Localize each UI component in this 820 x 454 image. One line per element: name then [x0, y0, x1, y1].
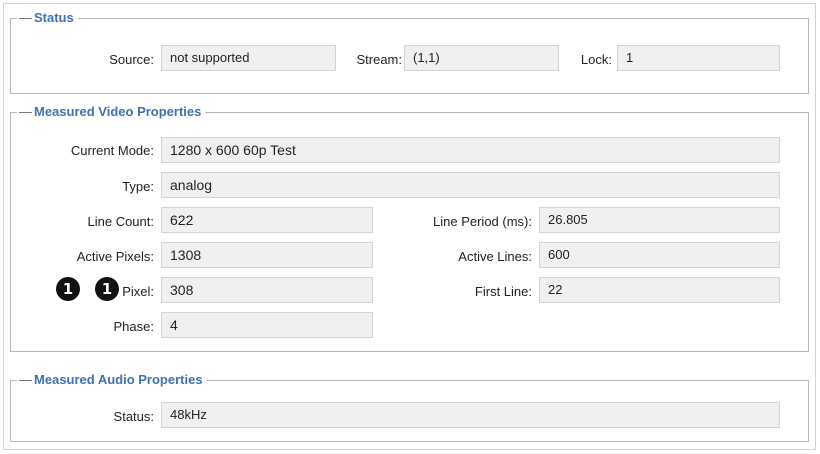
audio-group: — Measured Audio Properties Status: 48kHz [10, 372, 809, 442]
first-line-label: First Line: [474, 284, 532, 299]
source-field: not supported [161, 45, 336, 71]
stream-label: Stream: [356, 52, 402, 67]
audio-status-label: Status: [113, 409, 154, 424]
audio-legend: — Measured Audio Properties [17, 372, 207, 388]
line-count-label: Line Count: [87, 214, 155, 229]
stream-field: (1,1) [404, 45, 559, 71]
status-group: — Status Source: not supported Stream: (1… [10, 10, 809, 94]
source-label: Source: [109, 52, 154, 67]
phase-field: 4 [161, 312, 373, 338]
video-legend: — Measured Video Properties [17, 104, 206, 120]
first-pixel-field: 308 [161, 277, 373, 303]
audio-status-field: 48kHz [161, 402, 780, 428]
type-field: analog [161, 172, 780, 198]
callout-badge: 1 [95, 277, 119, 301]
active-lines-field: 600 [539, 242, 780, 268]
first-pixel-label: Pixel: [122, 284, 154, 299]
type-label: Type: [122, 179, 154, 194]
first-line-field: 22 [539, 277, 780, 303]
current-mode-field: 1280 x 600 60p Test [161, 137, 780, 163]
line-period-field: 26.805 [539, 207, 780, 233]
active-lines-label: Active Lines: [458, 249, 532, 264]
status-legend: — Status [17, 10, 78, 26]
lock-field: 1 [617, 45, 780, 71]
line-period-label: Line Period (ms): [433, 214, 532, 229]
current-mode-label: Current Mode: [70, 143, 154, 158]
properties-panel: — Status Source: not supported Stream: (1… [3, 3, 816, 450]
line-count-field: 622 [161, 207, 373, 233]
active-pixels-field: 1308 [161, 242, 373, 268]
active-pixels-label: Active Pixels: [76, 249, 154, 264]
video-group: — Measured Video Properties Current Mode:… [10, 104, 809, 352]
callout-badge: 1 [56, 277, 80, 301]
phase-label: Phase: [113, 319, 154, 334]
lock-label: Lock: [580, 52, 612, 67]
